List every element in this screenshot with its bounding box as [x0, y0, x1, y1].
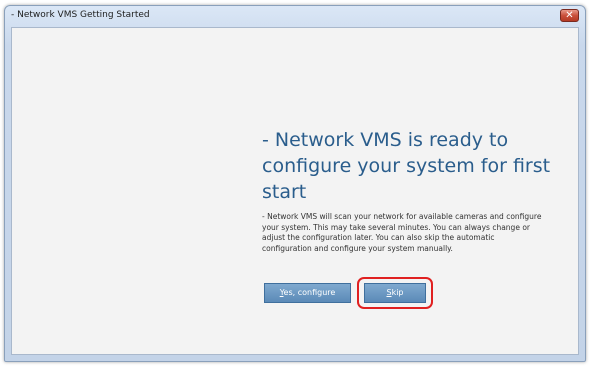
ready-heading: - Network VMS is ready to configure your…	[262, 129, 551, 203]
scan-description: - Network VMS will scan your network for…	[262, 212, 542, 253]
skip-label: kip	[391, 288, 404, 297]
yes-configure-button[interactable]: Yes, configure	[264, 283, 351, 303]
title-bar: - Network VMS Getting Started ✕	[5, 6, 585, 28]
window-title: - Network VMS Getting Started	[11, 10, 150, 20]
skip-button[interactable]: Skip	[364, 283, 426, 303]
close-button[interactable]: ✕	[560, 9, 579, 22]
yes-configure-label: es, configure	[283, 288, 336, 297]
close-icon: ✕	[565, 10, 574, 21]
